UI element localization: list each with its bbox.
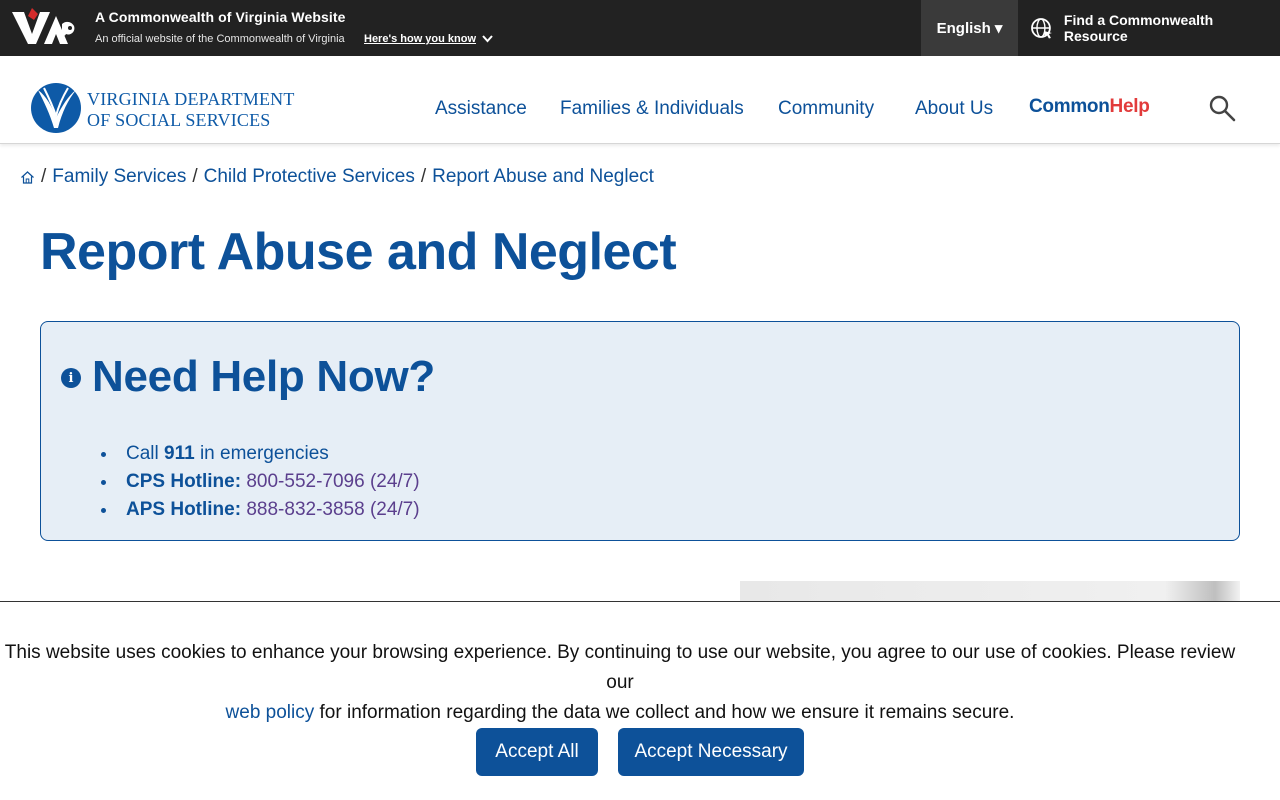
cookie-text-part2: for information regarding the data we co… xyxy=(319,702,1015,723)
agency-name[interactable]: VIRGINIA DEPARTMENT OF SOCIAL SERVICES xyxy=(87,89,295,131)
nav-families-individuals[interactable]: Families & Individuals xyxy=(560,96,744,122)
nav-about-us[interactable]: About Us xyxy=(915,96,993,122)
breadcrumb-separator: / xyxy=(420,166,427,187)
commonhelp-common: Common xyxy=(1029,96,1110,117)
va-logo-icon[interactable] xyxy=(10,6,82,46)
globe-icon xyxy=(1031,18,1052,39)
aps-phone-link[interactable]: 888-832-3858 (24/7) xyxy=(246,499,419,520)
breadcrumb: / Family Services / Child Protective Ser… xyxy=(20,166,654,188)
cookie-message: This website uses cookies to enhance you… xyxy=(0,638,1240,728)
list-item-emergency: Call 911 in emergencies xyxy=(101,440,420,468)
nav-assistance[interactable]: Assistance xyxy=(435,96,527,122)
accept-necessary-button[interactable]: Accept Necessary xyxy=(618,728,804,776)
chevron-down-icon xyxy=(482,35,493,43)
accept-all-button[interactable]: Accept All xyxy=(476,728,598,776)
cps-phone-link[interactable]: 800-552-7096 (24/7) xyxy=(246,471,419,492)
alert-title: Need Help Now? xyxy=(92,352,435,401)
aps-label: APS Hotline: xyxy=(126,499,242,520)
emergency-post: in emergencies xyxy=(194,443,329,464)
breadcrumb-family-services[interactable]: Family Services xyxy=(52,166,186,188)
home-icon[interactable] xyxy=(20,170,35,185)
search-icon[interactable] xyxy=(1208,94,1236,122)
emergency-number: 911 xyxy=(164,443,195,464)
commonhelp-link[interactable]: CommonHelp xyxy=(1029,96,1150,118)
breadcrumb-child-protective-services[interactable]: Child Protective Services xyxy=(204,166,415,188)
commonwealth-banner: A Commonwealth of Virginia Website An of… xyxy=(0,0,1280,56)
commonhelp-help: Help xyxy=(1109,96,1150,117)
how-you-know-label: Here's how you know xyxy=(364,33,477,45)
list-item-cps: CPS Hotline: 800-552-7096 (24/7) xyxy=(101,468,420,496)
agency-name-line1: VIRGINIA DEPARTMENT xyxy=(87,89,295,109)
list-item-aps: APS Hotline: 888-832-3858 (24/7) xyxy=(101,496,420,524)
cookie-banner: This website uses cookies to enhance you… xyxy=(0,601,1280,800)
vdss-logo-icon[interactable] xyxy=(30,82,82,134)
help-list: Call 911 in emergencies CPS Hotline: 800… xyxy=(101,440,420,524)
breadcrumb-current-page[interactable]: Report Abuse and Neglect xyxy=(432,166,654,188)
banner-title: A Commonwealth of Virginia Website xyxy=(95,9,346,25)
how-you-know-link[interactable]: Here's how you know xyxy=(364,33,493,45)
page-title: Report Abuse and Neglect xyxy=(40,223,677,281)
web-policy-link[interactable]: web policy xyxy=(226,702,315,723)
find-resource-label: Find a Commonwealth Resource xyxy=(1063,12,1214,44)
banner-subtitle: An official website of the Commonwealth … xyxy=(95,33,345,45)
need-help-alert: i Need Help Now? Call 911 in emergencies… xyxy=(40,321,1240,541)
agency-name-line2: OF SOCIAL SERVICES xyxy=(87,110,271,130)
info-icon: i xyxy=(61,368,81,388)
language-label: English xyxy=(936,19,991,37)
language-selector[interactable]: English ▾ xyxy=(921,0,1018,56)
caret-down-icon: ▾ xyxy=(994,20,1003,37)
nav-community[interactable]: Community xyxy=(778,96,874,122)
find-resource-button[interactable]: Find a Commonwealth Resource xyxy=(1018,0,1280,56)
breadcrumb-separator: / xyxy=(192,166,198,187)
breadcrumb-separator: / xyxy=(41,166,47,187)
cps-label: CPS Hotline: xyxy=(126,471,242,492)
cookie-text-part1: This website uses cookies to enhance you… xyxy=(4,642,1236,693)
emergency-pre: Call xyxy=(126,443,165,464)
